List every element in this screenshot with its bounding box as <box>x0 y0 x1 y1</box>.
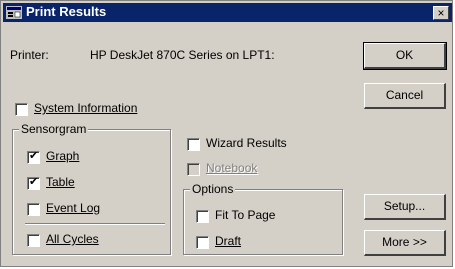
notebook-label: Notebook <box>206 161 257 175</box>
printer-value: HP DeskJet 870C Series on LPT1: <box>90 48 275 62</box>
wizard-results-label[interactable]: Wizard Results <box>206 136 287 150</box>
all-cycles-label[interactable]: All Cycles <box>46 232 99 246</box>
more-button[interactable]: More >> <box>364 230 446 256</box>
all-cycles-checkbox[interactable] <box>27 234 40 247</box>
all-cycles-text: All Cycles <box>46 232 99 246</box>
close-icon: × <box>437 6 445 20</box>
graph-checkbox[interactable] <box>27 149 40 164</box>
table-text: Table <box>46 175 75 189</box>
printer-label: Printer: <box>10 48 49 62</box>
notebook-text: Notebook <box>206 161 258 175</box>
notebook-checkbox <box>187 163 200 176</box>
window-title: Print Results <box>26 4 107 19</box>
fit-to-page-checkbox[interactable] <box>196 210 209 223</box>
draft-label[interactable]: Draft <box>215 234 241 248</box>
table-checkbox[interactable] <box>27 175 40 190</box>
cancel-button[interactable]: Cancel <box>364 83 446 109</box>
more-button-label: More >> <box>382 235 427 249</box>
fit-to-page-label[interactable]: Fit To Page <box>215 208 275 222</box>
system-information-text: System Information <box>34 101 138 115</box>
event-log-text: Event Log <box>46 201 101 215</box>
setup-button-label: Setup... <box>383 199 426 213</box>
options-group-title: Options <box>190 182 236 196</box>
draft-text: Draft <box>215 234 242 248</box>
ok-button-label: OK <box>395 48 414 62</box>
print-results-dialog: Print Results × Printer: HP DeskJet 870C… <box>0 0 453 267</box>
system-information-label[interactable]: System Information <box>34 101 137 115</box>
sensorgram-separator <box>25 223 165 225</box>
title-bar[interactable]: Print Results × <box>3 3 452 22</box>
ok-button[interactable]: OK <box>363 42 447 70</box>
wizard-results-checkbox[interactable] <box>187 138 200 151</box>
setup-button[interactable]: Setup... <box>364 194 446 220</box>
cancel-button-label: Cancel <box>385 88 424 102</box>
app-icon <box>6 6 22 19</box>
close-button[interactable]: × <box>433 6 449 20</box>
event-log-label[interactable]: Event Log <box>46 201 100 215</box>
table-label[interactable]: Table <box>46 175 75 189</box>
system-information-checkbox[interactable] <box>15 103 28 116</box>
graph-label[interactable]: Graph <box>46 149 79 163</box>
draft-checkbox[interactable] <box>196 236 209 249</box>
sensorgram-group-title: Sensorgram <box>19 122 89 136</box>
event-log-checkbox[interactable] <box>27 203 40 216</box>
graph-text: Graph <box>46 149 80 163</box>
